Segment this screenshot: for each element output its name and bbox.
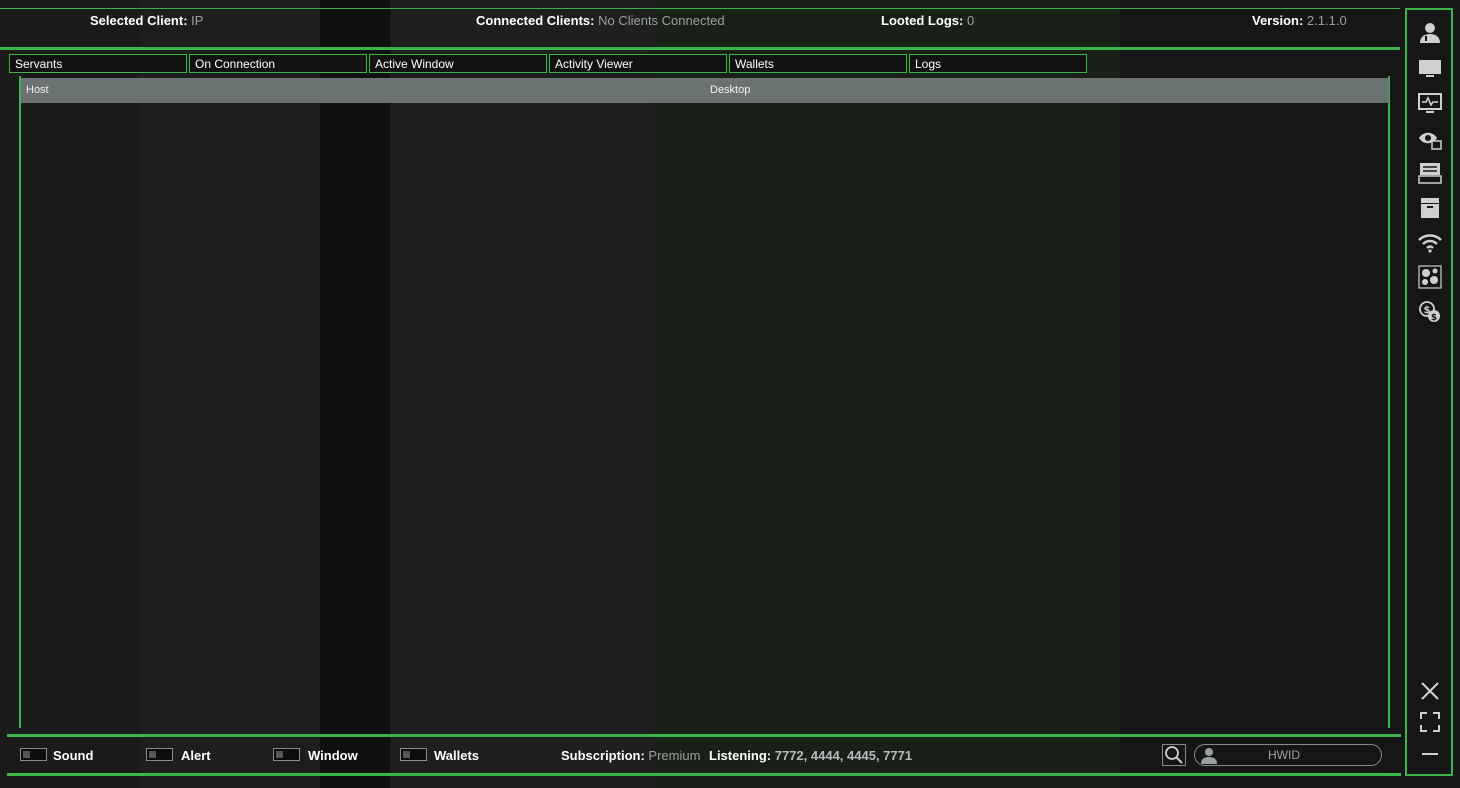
listening-ports: 7772, 4444, 4445, 7771 [774, 748, 913, 763]
listening-label: Listening: [709, 748, 772, 763]
tab-active-window[interactable]: Active Window [369, 54, 547, 73]
search-button[interactable] [1162, 744, 1186, 766]
log-keyboard-icon[interactable] [1418, 161, 1442, 185]
tab-activity-viewer[interactable]: Activity Viewer [549, 54, 727, 73]
column-header-desktop[interactable]: Desktop [710, 84, 750, 96]
archive-box-icon[interactable] [1418, 196, 1442, 220]
user-icon[interactable] [1418, 20, 1442, 44]
maximize-icon[interactable] [1418, 711, 1442, 733]
wallets-checkbox[interactable] [400, 748, 427, 761]
alert-label: Alert [181, 748, 211, 763]
looted-logs-status: Looted Logs: 0 [881, 13, 974, 28]
sound-checkbox[interactable] [20, 748, 47, 761]
bottom-status-bar [7, 734, 1401, 776]
window-label: Window [308, 748, 358, 763]
looted-logs-label: Looted Logs: [881, 13, 964, 28]
connected-clients-label: Connected Clients: [476, 13, 595, 28]
window-checkbox[interactable] [273, 748, 300, 761]
currency-exchange-icon[interactable]: $ $ [1418, 300, 1442, 324]
hwid-placeholder: HWID [1268, 748, 1300, 762]
version-value: 2.1.1.0 [1306, 13, 1347, 28]
svg-text:$: $ [1431, 313, 1437, 323]
clients-table-panel [19, 76, 1390, 728]
column-header-host[interactable]: Host [26, 84, 49, 96]
tab-logs[interactable]: Logs [909, 54, 1087, 73]
search-icon [1165, 746, 1183, 764]
minimize-icon[interactable] [1418, 743, 1442, 765]
subscription-status: Subscription: Premium [561, 748, 700, 763]
subscription-label: Subscription: [561, 748, 645, 763]
selected-client-status: Selected Client: IP [90, 13, 203, 28]
tab-wallets[interactable]: Wallets [729, 54, 907, 73]
connected-clients-value: No Clients Connected [598, 13, 725, 28]
wallets-label: Wallets [434, 748, 480, 763]
activity-monitor-icon[interactable] [1418, 91, 1442, 115]
modules-icon[interactable] [1418, 265, 1442, 289]
subscription-value: Premium [648, 748, 701, 763]
selected-client-value: IP [191, 13, 204, 28]
version-status: Version: 2.1.1.0 [1252, 13, 1347, 28]
table-header-row: Host Desktop [21, 78, 1389, 103]
alert-checkbox[interactable] [146, 748, 173, 761]
listening-status: Listening: 7772, 4444, 4445, 7771 [709, 748, 912, 763]
connected-clients-status: Connected Clients: No Clients Connected [476, 13, 725, 28]
version-label: Version: [1252, 13, 1304, 28]
watch-eye-icon[interactable] [1418, 127, 1442, 151]
close-icon[interactable] [1418, 680, 1442, 702]
tab-on-connection[interactable]: On Connection [189, 54, 367, 73]
looted-logs-value: 0 [966, 13, 975, 28]
wifi-icon[interactable] [1418, 231, 1442, 255]
right-sidebar [1405, 8, 1453, 776]
selected-client-label: Selected Client: [90, 13, 188, 28]
monitor-icon[interactable] [1418, 56, 1442, 80]
sound-label: Sound [53, 748, 94, 763]
tab-servants[interactable]: Servants [9, 54, 187, 73]
user-icon [1201, 748, 1217, 764]
